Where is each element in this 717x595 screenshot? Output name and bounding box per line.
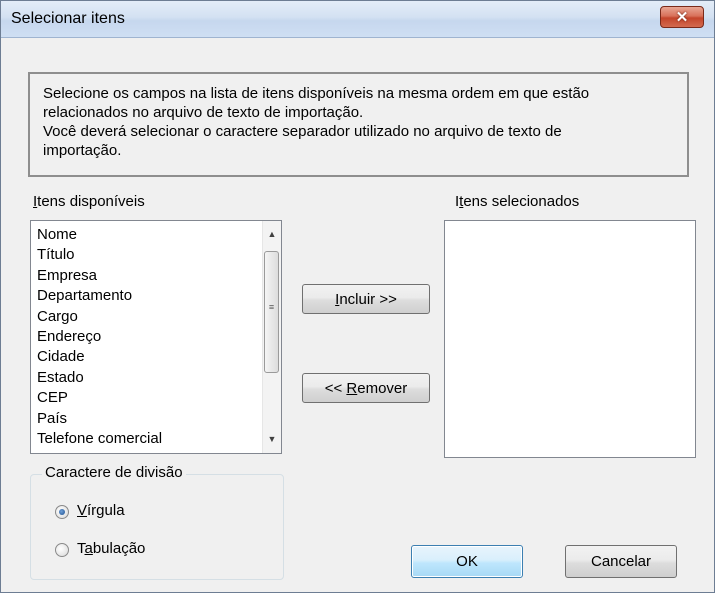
window-title: Selecionar itens: [11, 10, 125, 27]
list-item[interactable]: País: [37, 409, 162, 429]
scrollbar-thumb[interactable]: ≡: [264, 251, 279, 373]
selected-items-label: Itens selecionados: [455, 193, 580, 210]
list-item[interactable]: CEP: [37, 388, 162, 408]
selected-items-list[interactable]: [444, 220, 696, 458]
list-item[interactable]: Telefone comercial: [37, 429, 162, 449]
ok-button[interactable]: OK: [411, 545, 523, 578]
close-icon: ✕: [675, 9, 689, 26]
list-item[interactable]: Empresa: [37, 266, 162, 286]
list-item[interactable]: Estado: [37, 368, 162, 388]
instructions-box: Selecione os campos na lista de itens di…: [28, 72, 689, 177]
instructions-text: Selecione os campos na lista de itens di…: [43, 85, 590, 159]
available-items: Nome Título Empresa Departamento Cargo Endere…: [37, 225, 162, 449]
include-button[interactable]: Incluir >>: [302, 284, 430, 314]
tab-radio[interactable]: [55, 543, 69, 557]
separator-legend: Caractere de divisão: [42, 464, 186, 481]
list-item[interactable]: Departamento: [37, 286, 162, 306]
separator-group: [30, 474, 284, 580]
comma-radio[interactable]: [55, 505, 69, 519]
list-item[interactable]: Título: [37, 245, 162, 265]
scroll-up-arrow-icon[interactable]: ▲: [263, 226, 281, 243]
scrollbar-grip-icon: ≡: [268, 302, 275, 312]
title-bar[interactable]: Selecionar itens ✕: [1, 1, 714, 38]
list-item[interactable]: Nome: [37, 225, 162, 245]
available-list-scrollbar[interactable]: ▲ ≡ ▼: [262, 221, 281, 453]
list-item[interactable]: Cidade: [37, 347, 162, 367]
cancel-button[interactable]: Cancelar: [565, 545, 677, 578]
available-items-list[interactable]: Nome Título Empresa Departamento Cargo Endere…: [30, 220, 282, 454]
scroll-down-arrow-icon[interactable]: ▼: [263, 431, 281, 448]
close-button[interactable]: ✕: [660, 6, 704, 28]
list-item[interactable]: Cargo: [37, 307, 162, 327]
list-item[interactable]: Endereço: [37, 327, 162, 347]
tab-radio-label[interactable]: Tabulação: [77, 540, 145, 557]
remove-button[interactable]: << Remover: [302, 373, 430, 403]
available-items-label: Itens disponíveis: [33, 193, 145, 210]
comma-radio-label[interactable]: Vírgula: [77, 502, 125, 519]
